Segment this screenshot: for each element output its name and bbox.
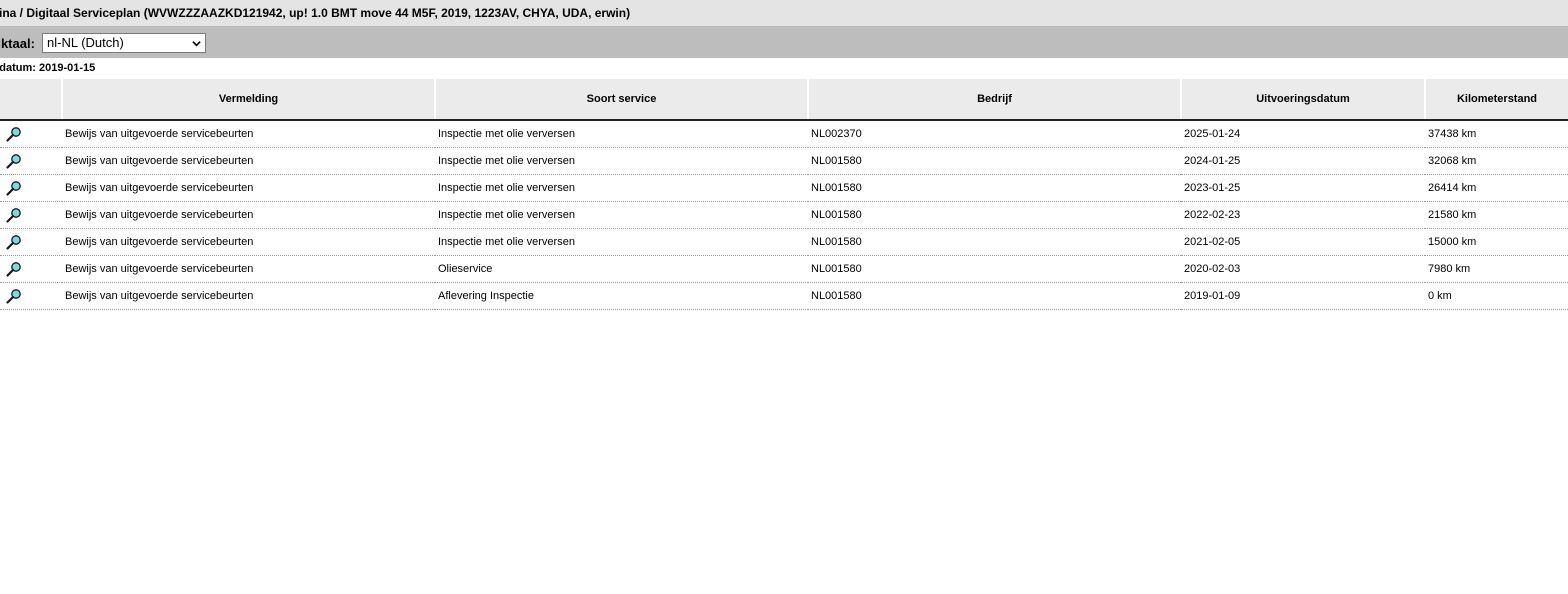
cell-bedrijf: NL001580 [808, 255, 1181, 283]
cell-soort-service: Inspectie met olie verversen [435, 147, 808, 175]
cell-uitvoeringsdatum: 2022-02-23 [1181, 201, 1425, 229]
row-icon-cell[interactable] [0, 147, 62, 175]
cell-bedrijf: NL001580 [808, 228, 1181, 256]
cell-soort-service: Inspectie met olie verversen [435, 174, 808, 202]
column-header-vermelding[interactable]: Vermelding [61, 79, 435, 121]
language-select[interactable]: nl-NL (Dutch) [42, 33, 206, 53]
cell-vermelding: Bewijs van uitgevoerde servicebeurten [62, 174, 435, 202]
title-bar: agina / Digitaal Serviceplan (WVWZZZAAZK… [0, 0, 1568, 27]
table-row[interactable]: Bewijs van uitgevoerde servicebeurten Oli… [0, 255, 1568, 283]
cell-soort-service: Inspectie met olie verversen [435, 228, 808, 256]
cell-bedrijf: NL001580 [808, 201, 1181, 229]
cell-kilometerstand: 26414 km [1425, 174, 1568, 202]
cell-vermelding: Bewijs van uitgevoerde servicebeurten [62, 228, 435, 256]
language-selected-value: nl-NL (Dutch) [47, 35, 124, 50]
service-table: Vermelding Soort service Bedrijf Uitvoer… [0, 79, 1568, 310]
magnifier-icon[interactable] [6, 126, 22, 142]
cell-uitvoeringsdatum: 2020-02-03 [1181, 255, 1425, 283]
row-icon-cell[interactable] [0, 120, 62, 148]
service-plan-page: agina / Digitaal Serviceplan (WVWZZZAAZK… [0, 0, 1568, 594]
cell-soort-service: Inspectie met olie verversen [435, 201, 808, 229]
magnifier-icon[interactable] [6, 234, 22, 250]
cell-uitvoeringsdatum: 2019-01-09 [1181, 282, 1425, 310]
column-header-uitvoeringsdatum[interactable]: Uitvoeringsdatum [1180, 79, 1425, 121]
row-icon-cell[interactable] [0, 255, 62, 283]
cell-soort-service: Aflevering Inspectie [435, 282, 808, 310]
cell-kilometerstand: 21580 km [1425, 201, 1568, 229]
cell-vermelding: Bewijs van uitgevoerde servicebeurten [62, 201, 435, 229]
row-icon-cell[interactable] [0, 228, 62, 256]
cell-bedrijf: NL001580 [808, 282, 1181, 310]
cell-vermelding: Bewijs van uitgevoerde servicebeurten [62, 120, 435, 148]
cell-vermelding: Bewijs van uitgevoerde servicebeurten [62, 255, 435, 283]
cell-vermelding: Bewijs van uitgevoerde servicebeurten [62, 282, 435, 310]
cell-vermelding: Bewijs van uitgevoerde servicebeurten [62, 147, 435, 175]
table-row[interactable]: Bewijs van uitgevoerde servicebeurten Ins… [0, 228, 1568, 256]
table-header-row: Vermelding Soort service Bedrijf Uitvoer… [0, 79, 1568, 121]
cell-bedrijf: NL001580 [808, 147, 1181, 175]
magnifier-icon[interactable] [6, 207, 22, 223]
language-label: uktaal: [0, 36, 35, 51]
cell-soort-service: Inspectie met olie verversen [435, 120, 808, 148]
chevron-down-icon [192, 41, 201, 47]
table-row[interactable]: Bewijs van uitgevoerde servicebeurten Ins… [0, 201, 1568, 229]
column-header-icon [0, 79, 62, 121]
page-title: agina / Digitaal Serviceplan (WVWZZZAAZK… [0, 6, 631, 20]
row-icon-cell[interactable] [0, 174, 62, 202]
row-icon-cell[interactable] [0, 282, 62, 310]
table-row[interactable]: Bewijs van uitgevoerde servicebeurten Afl… [0, 282, 1568, 310]
cell-uitvoeringsdatum: 2025-01-24 [1181, 120, 1425, 148]
cell-kilometerstand: 0 km [1425, 282, 1568, 310]
column-header-bedrijf[interactable]: Bedrijf [807, 79, 1181, 121]
cell-soort-service: Olieservice [435, 255, 808, 283]
cell-uitvoeringsdatum: 2024-01-25 [1181, 147, 1425, 175]
magnifier-icon[interactable] [6, 288, 22, 304]
magnifier-icon[interactable] [6, 180, 22, 196]
cell-uitvoeringsdatum: 2023-01-25 [1181, 174, 1425, 202]
cell-uitvoeringsdatum: 2021-02-05 [1181, 228, 1425, 256]
row-icon-cell[interactable] [0, 201, 62, 229]
cell-kilometerstand: 37438 km [1425, 120, 1568, 148]
column-header-kilometerstand[interactable]: Kilometerstand [1424, 79, 1568, 121]
cell-kilometerstand: 7980 km [1425, 255, 1568, 283]
cell-kilometerstand: 15000 km [1425, 228, 1568, 256]
table-row[interactable]: Bewijs van uitgevoerde servicebeurten Ins… [0, 174, 1568, 202]
reference-date: rdatum: 2019-01-15 [0, 62, 96, 74]
magnifier-icon[interactable] [6, 261, 22, 277]
table-row[interactable]: Bewijs van uitgevoerde servicebeurten Ins… [0, 147, 1568, 175]
magnifier-icon[interactable] [6, 153, 22, 169]
cell-kilometerstand: 32068 km [1425, 147, 1568, 175]
language-bar: uktaal: nl-NL (Dutch) [0, 27, 1568, 58]
cell-bedrijf: NL002370 [808, 120, 1181, 148]
cell-bedrijf: NL001580 [808, 174, 1181, 202]
table-row[interactable]: Bewijs van uitgevoerde servicebeurten Ins… [0, 120, 1568, 148]
column-header-soort-service[interactable]: Soort service [434, 79, 808, 121]
